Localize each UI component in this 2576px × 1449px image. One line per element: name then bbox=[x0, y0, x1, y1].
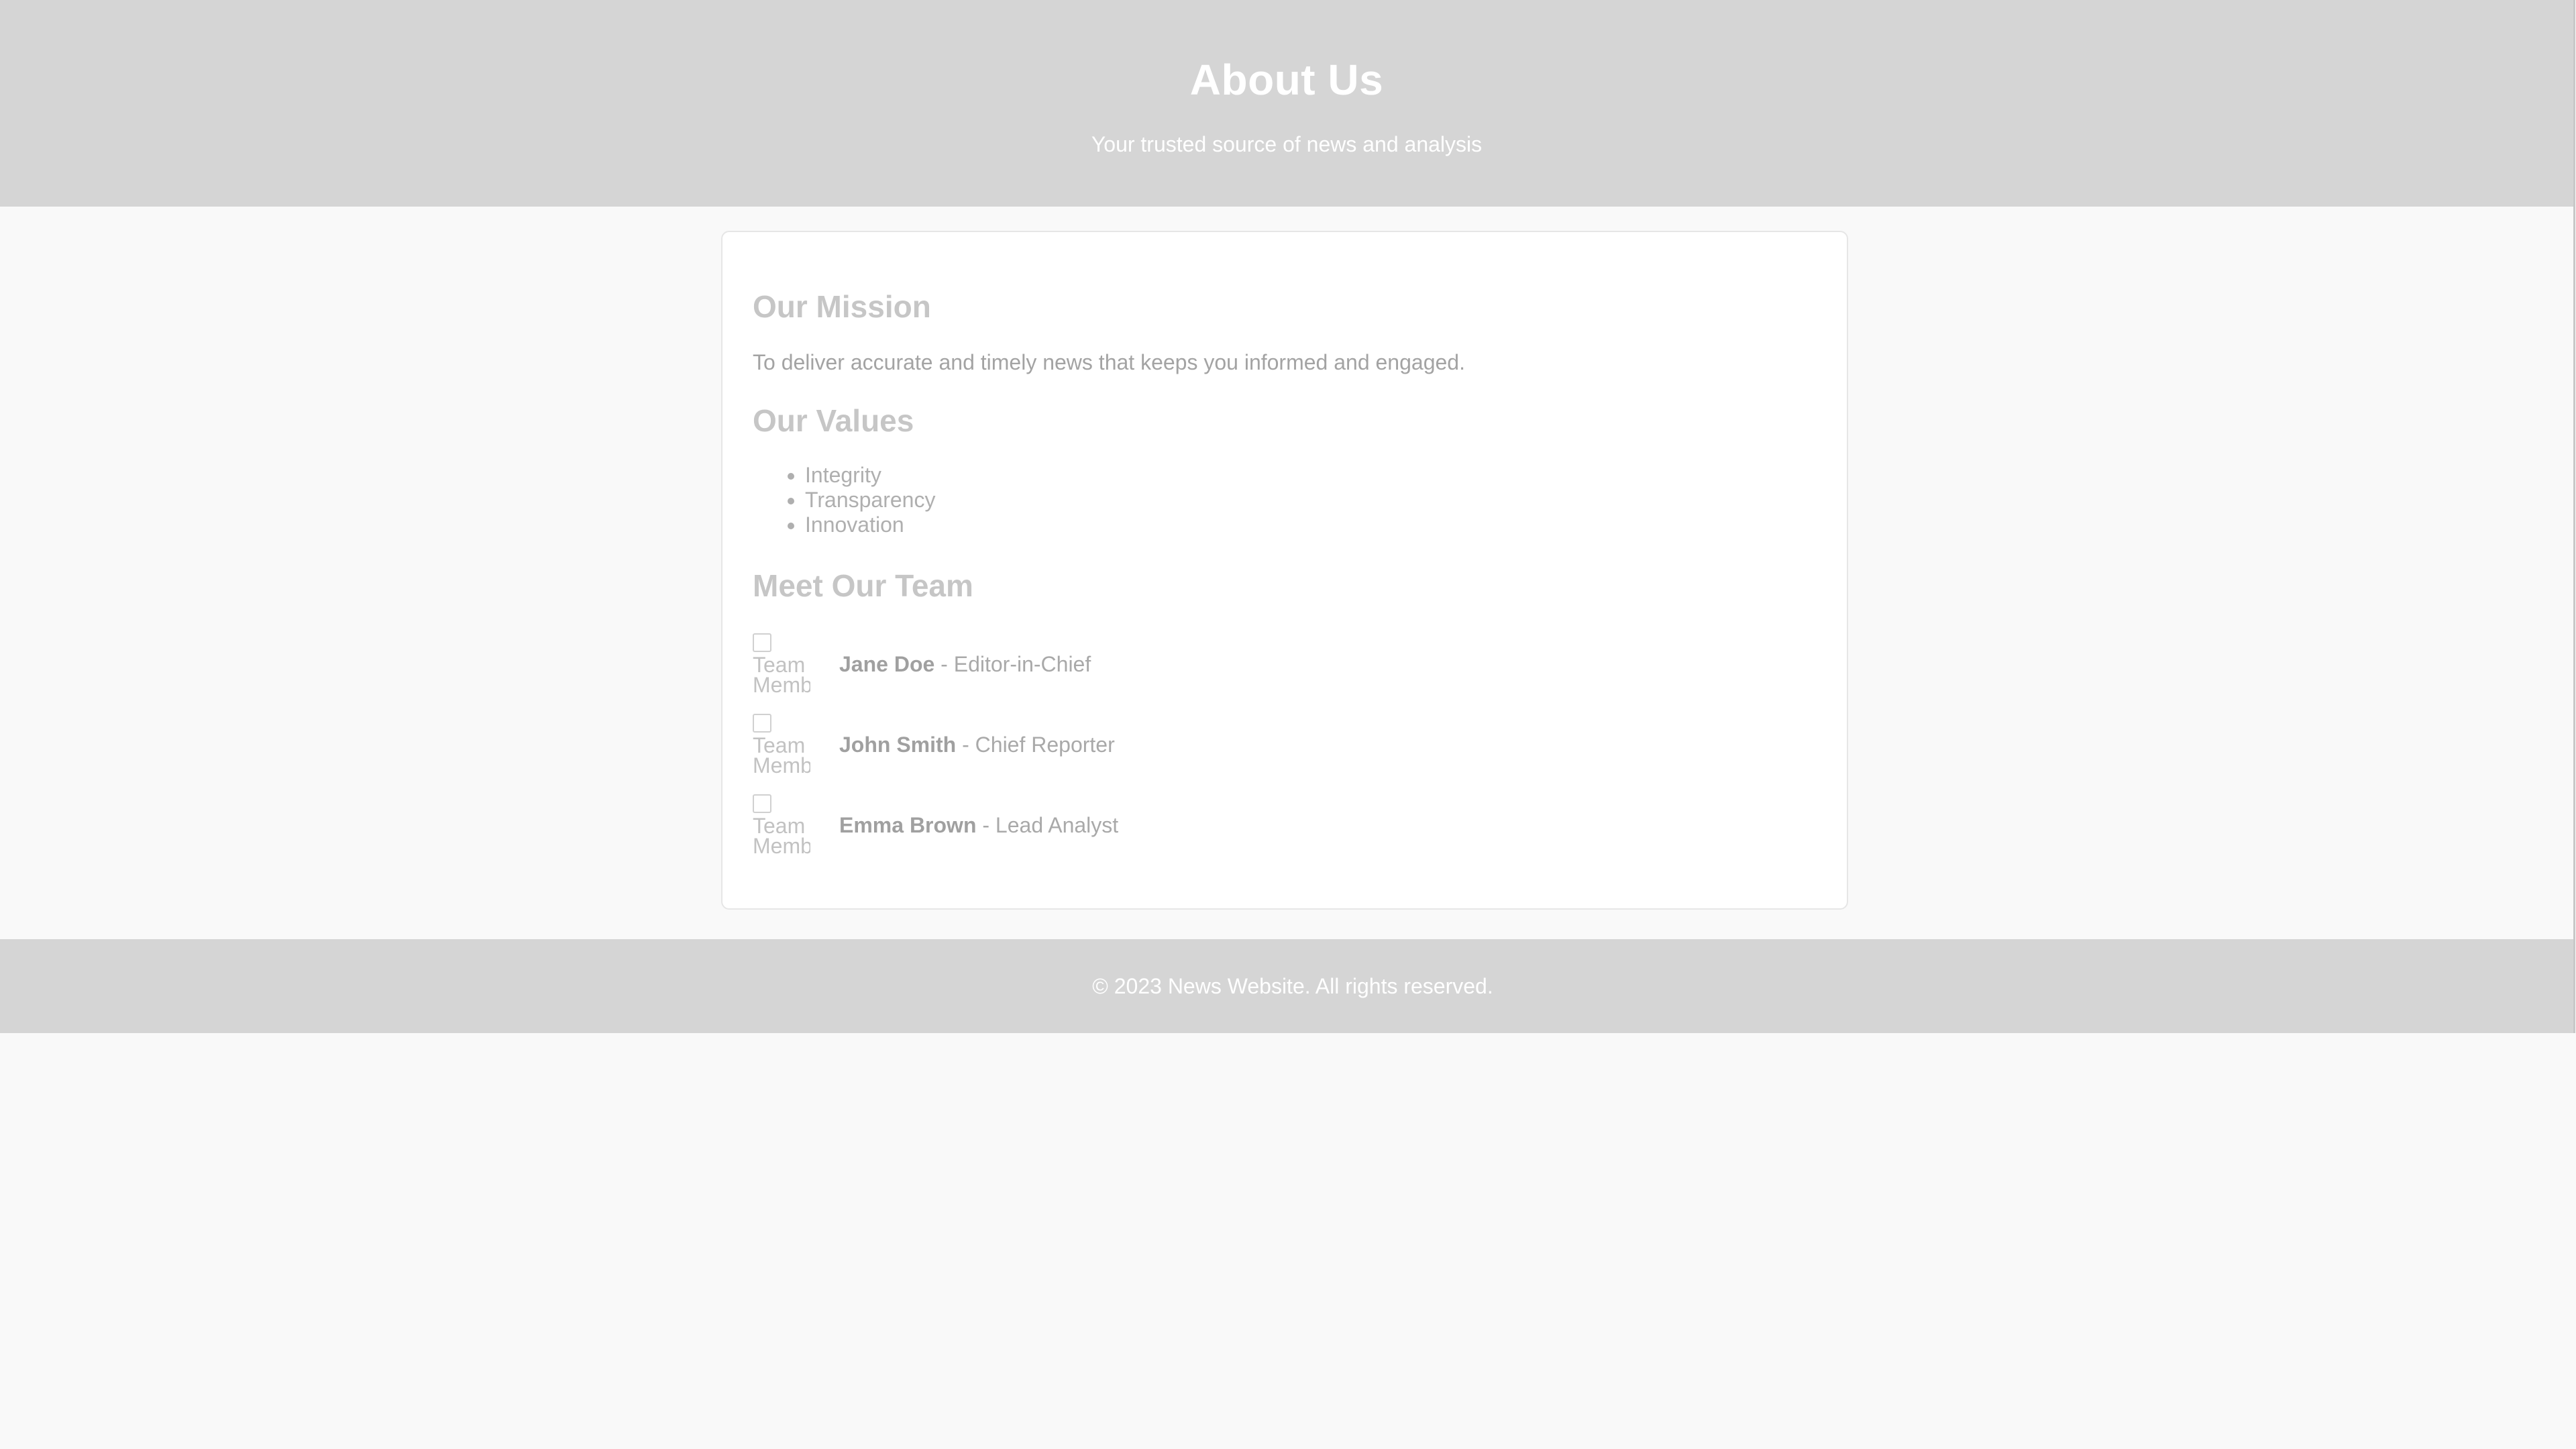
list-item: Transparency bbox=[805, 488, 935, 513]
list-item: Innovation bbox=[805, 513, 935, 537]
team-member: Team Member Jane Doe - Editor-in-Chief bbox=[753, 632, 1091, 696]
team-member-role: - Chief Reporter bbox=[956, 732, 1115, 757]
team-member: Team Member Emma Brown - Lead Analyst bbox=[753, 793, 1118, 857]
team-member-info: Jane Doe - Editor-in-Chief bbox=[839, 652, 1091, 677]
team-member: Team Member John Smith - Chief Reporter bbox=[753, 712, 1115, 777]
avatar-alt-text: Team Member bbox=[753, 653, 810, 696]
team-member-role: - Lead Analyst bbox=[976, 812, 1119, 837]
team-member-name: Emma Brown bbox=[839, 812, 977, 837]
avatar-alt-text: Team Member bbox=[753, 814, 810, 857]
team-member-role: - Editor-in-Chief bbox=[934, 651, 1091, 676]
scrollbar-edge bbox=[2573, 0, 2575, 1033]
team-member-avatar: Team Member bbox=[753, 793, 810, 857]
values-heading: Our Values bbox=[753, 403, 914, 438]
mission-heading: Our Mission bbox=[753, 289, 931, 324]
broken-image-icon bbox=[753, 794, 771, 813]
team-member-name: John Smith bbox=[839, 732, 957, 757]
avatar-alt-text: Team Member bbox=[753, 733, 810, 777]
about-card: Our Mission To deliver accurate and time… bbox=[721, 231, 1848, 910]
page-title: About Us bbox=[1189, 56, 1384, 104]
broken-image-icon bbox=[753, 714, 771, 733]
page-footer: © 2023 News Website. All rights reserved… bbox=[0, 939, 2573, 1033]
footer-copyright: © 2023 News Website. All rights reserved… bbox=[1092, 974, 1493, 998]
team-heading: Meet Our Team bbox=[753, 568, 973, 603]
mission-text: To deliver accurate and timely news that… bbox=[753, 350, 1465, 374]
team-member-avatar: Team Member bbox=[753, 632, 810, 696]
list-item: Integrity bbox=[805, 463, 935, 488]
team-member-info: John Smith - Chief Reporter bbox=[839, 733, 1115, 757]
values-list: Integrity Transparency Innovation bbox=[753, 463, 935, 537]
team-member-avatar: Team Member bbox=[753, 712, 810, 777]
broken-image-icon bbox=[753, 633, 771, 652]
team-member-info: Emma Brown - Lead Analyst bbox=[839, 813, 1118, 838]
team-member-name: Jane Doe bbox=[839, 651, 935, 676]
page-subtitle: Your trusted source of news and analysis bbox=[1091, 132, 1483, 156]
page-header: About Us Your trusted source of news and… bbox=[0, 0, 2573, 207]
